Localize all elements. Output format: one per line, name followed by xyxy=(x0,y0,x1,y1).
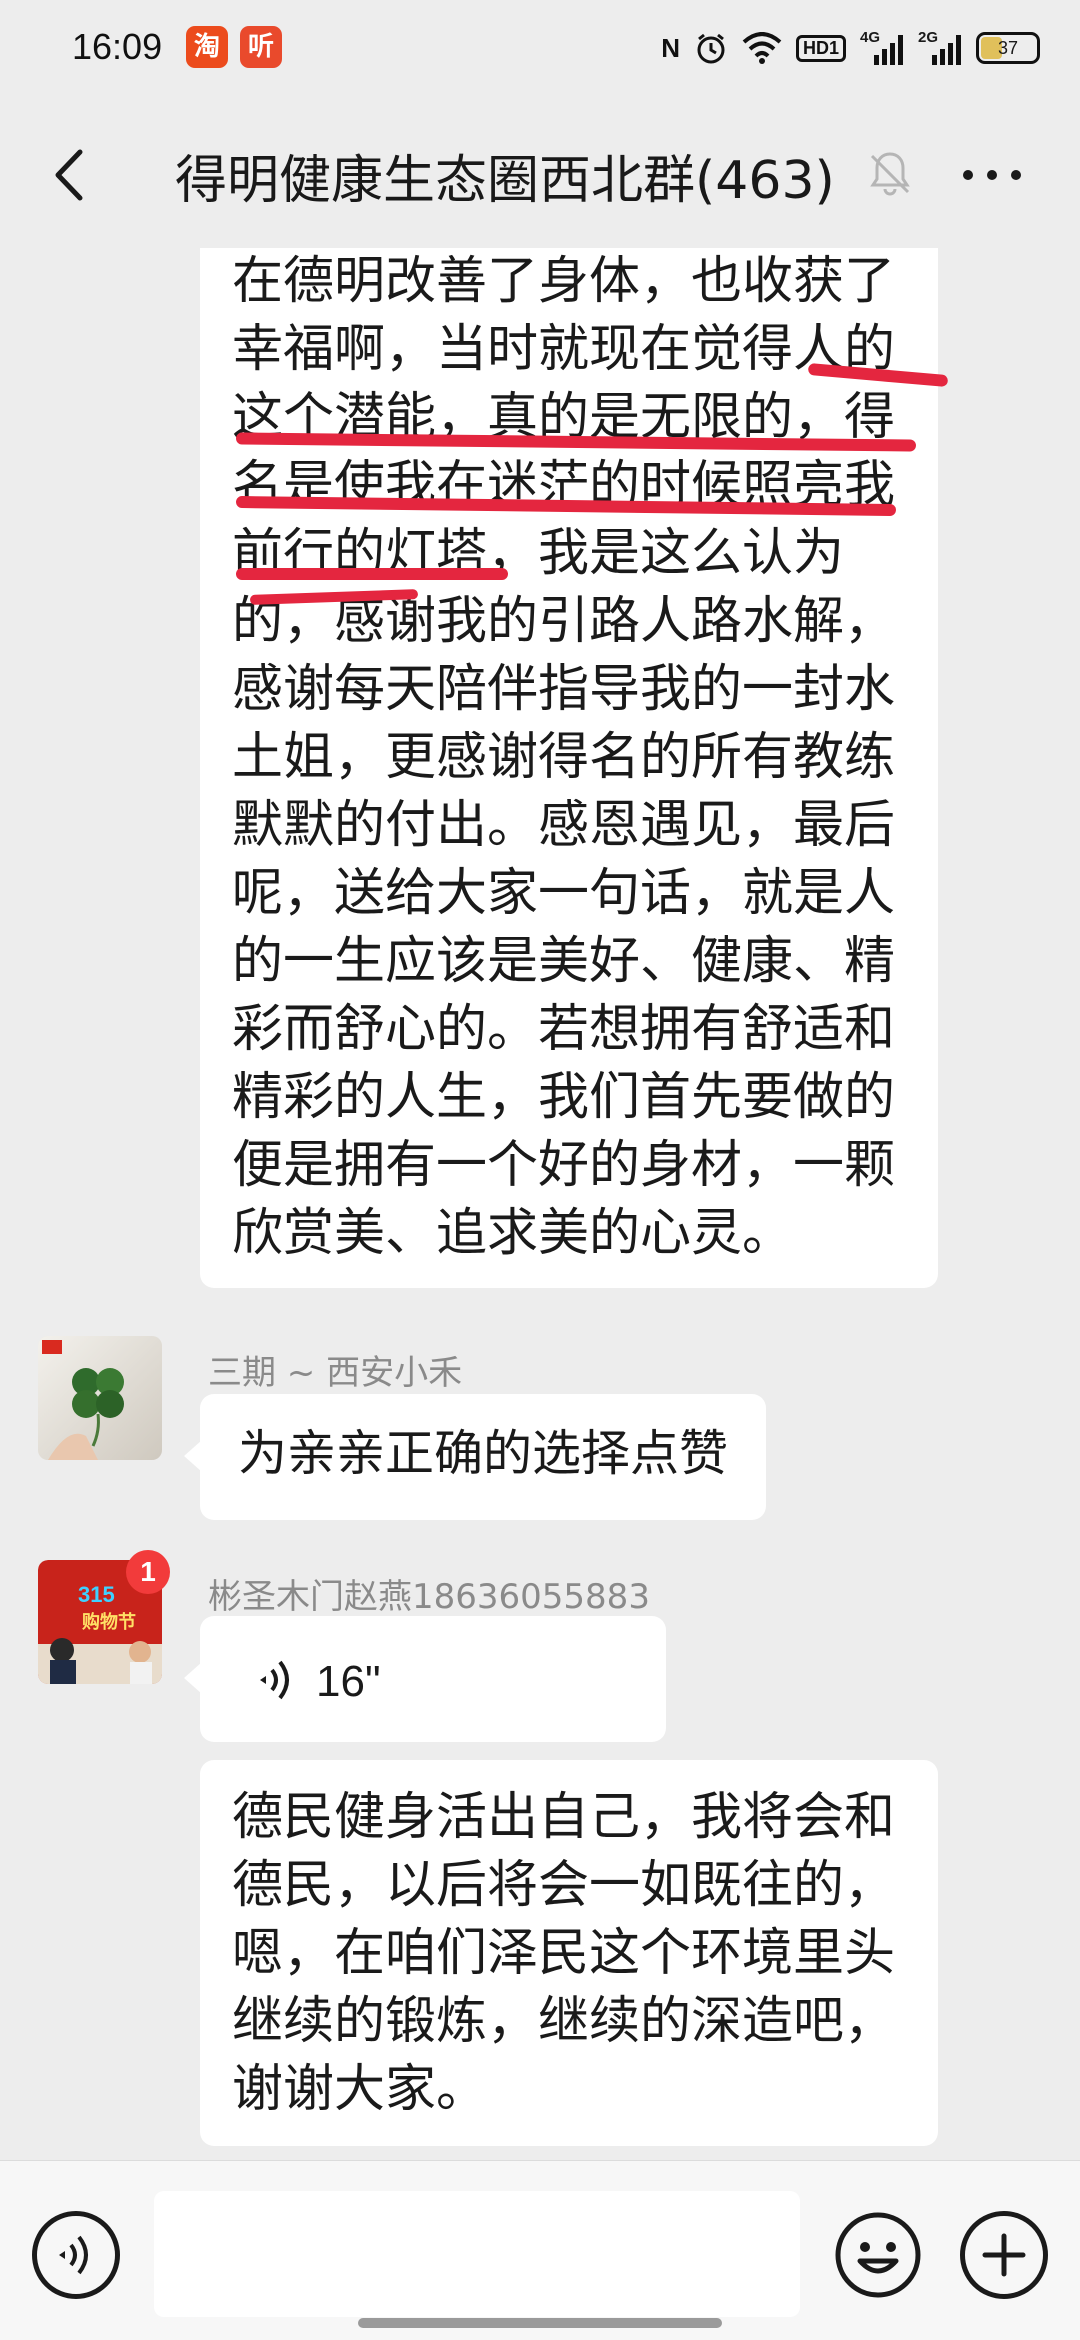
status-bar: 16:09 淘 听 N HD1 4G 2G 37 xyxy=(0,0,1080,100)
add-attachment-button[interactable] xyxy=(960,2211,1048,2299)
voice-duration: 16" xyxy=(316,1657,381,1706)
avatar[interactable]: 315 购物节 1 xyxy=(38,1550,170,1684)
chat-title: 得明健康生态圈西北群(463) xyxy=(175,151,835,211)
message-text: 德民健身活出自己，我将会和 德民，以后将会一如既往的， 嗯，在咱们泽民这个环境里… xyxy=(232,1788,896,2119)
home-indicator[interactable] xyxy=(358,2318,722,2328)
voice-message-bubble[interactable]: 16" xyxy=(184,1616,666,1742)
battery-level: 37 xyxy=(997,38,1019,58)
battery-icon: 37 xyxy=(976,32,1040,64)
message-bubble[interactable]: 在德明改善了身体，也收获了 幸福啊，当时就现在觉得人的 这个潜能，真的是无限的，… xyxy=(200,248,938,1288)
avatar-sub-text: 购物节 xyxy=(82,1612,136,1633)
chat-header: 得明健康生态圈西北群(463) xyxy=(0,100,1080,248)
wifi-icon xyxy=(742,32,782,64)
message-input[interactable] xyxy=(154,2191,800,2317)
sim2-network-label: 2G xyxy=(918,29,939,46)
back-arrow-icon[interactable] xyxy=(40,140,100,210)
input-bar xyxy=(0,2160,1080,2340)
listen-app-icon: 听 xyxy=(240,26,282,68)
alarm-icon xyxy=(697,33,725,64)
taobao-app-icon: 淘 xyxy=(186,26,228,68)
avatar[interactable] xyxy=(38,1336,162,1460)
signal-sim2-icon: 2G xyxy=(918,29,962,65)
emoji-icon[interactable] xyxy=(834,2211,922,2299)
avatar-banner-text: 315 xyxy=(78,1582,115,1607)
voice-wave-icon xyxy=(260,1660,289,1700)
nfc-icon: N xyxy=(661,32,680,63)
sender-name: 三期 ~ 西安小禾 xyxy=(208,1353,463,1393)
more-options-icon[interactable] xyxy=(960,160,1024,190)
signal-sim1-icon: 4G xyxy=(860,29,904,65)
message-bubble[interactable]: 德民健身活出自己，我将会和 德民，以后将会一如既往的， 嗯，在咱们泽民这个环境里… xyxy=(200,1760,938,2146)
voice-input-button[interactable] xyxy=(32,2211,120,2299)
voice-toggle-icon xyxy=(59,2235,88,2275)
mute-bell-icon xyxy=(870,152,910,196)
message-text: 为亲亲正确的选择点赞 xyxy=(238,1425,729,1482)
annotation-underline xyxy=(236,568,508,580)
sim1-network-label: 4G xyxy=(860,29,881,46)
message-text: 在德明改善了身体，也收获了 幸福啊，当时就现在觉得人的 这个潜能，真的是无限的，… xyxy=(232,252,896,1263)
status-icons: N HD1 4G 2G 37 xyxy=(661,26,1040,70)
message-list[interactable]: 在德明改善了身体，也收获了 幸福啊，当时就现在觉得人的 这个潜能，真的是无限的，… xyxy=(0,248,1080,2160)
unread-badge: 1 xyxy=(126,1550,170,1594)
message-bubble[interactable]: 为亲亲正确的选择点赞 xyxy=(184,1394,767,1520)
hd-badge: HD1 xyxy=(795,34,846,62)
clover-avatar-image xyxy=(38,1336,162,1460)
sender-name: 彬圣木门赵燕18636055883 xyxy=(208,1577,650,1617)
status-time: 16:09 xyxy=(72,26,163,67)
plus-icon xyxy=(982,2233,1026,2277)
